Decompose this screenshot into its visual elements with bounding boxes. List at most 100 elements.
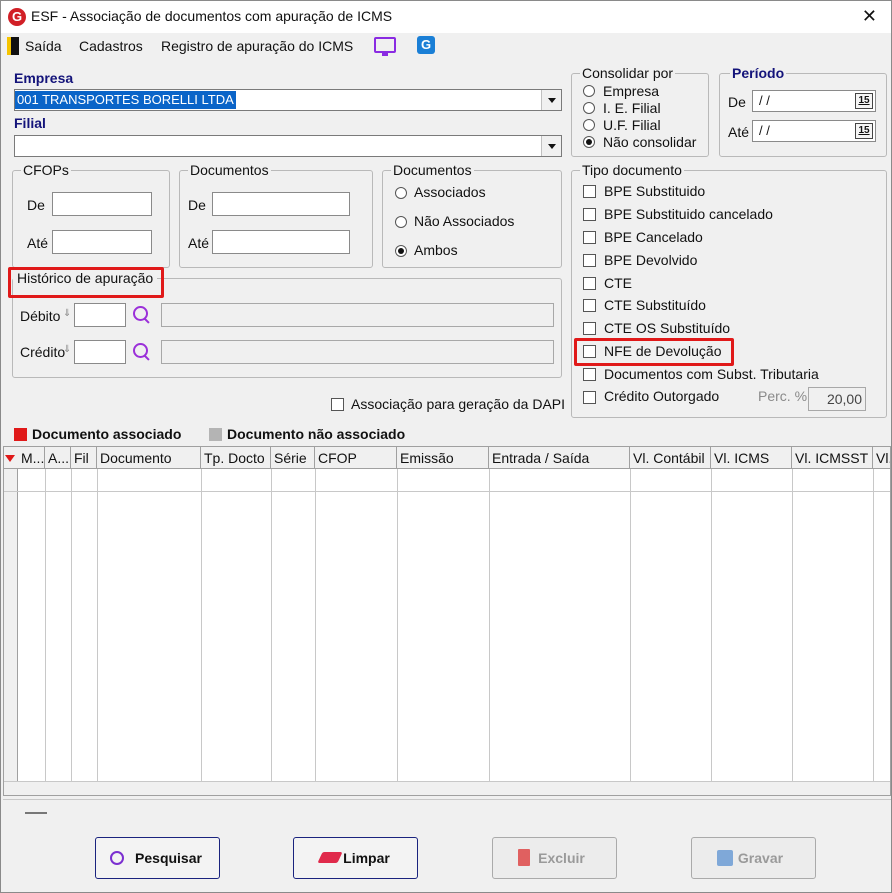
calendar-icon[interactable]: 15 — [855, 93, 873, 109]
documentos-nao-associados-label: Não Associados — [414, 213, 515, 229]
consolidar-nao-consolidar-radio[interactable] — [583, 136, 595, 148]
chevron-down-icon[interactable] — [541, 90, 561, 110]
grid-col-divider — [71, 469, 72, 781]
col-header-a[interactable]: A... — [45, 447, 71, 469]
horizontal-scrollbar[interactable] — [4, 781, 890, 795]
documentos-range-legend: Documentos — [190, 162, 269, 178]
tipo-documento-legend: Tipo documento — [582, 162, 682, 178]
exit-door-icon[interactable] — [7, 37, 19, 55]
gravar-button[interactable]: Gravar — [691, 837, 816, 879]
col-header-vl-contabil[interactable]: Vl. Contábil — [630, 447, 711, 469]
tipo-bpe-devolvido-checkbox[interactable] — [583, 254, 596, 267]
chevron-down-icon[interactable] — [541, 136, 561, 156]
search-icon[interactable] — [133, 306, 149, 322]
tipo-bpe-cancelado-checkbox[interactable] — [583, 231, 596, 244]
documentos-nao-associados-radio[interactable] — [395, 216, 407, 228]
filial-select[interactable] — [14, 135, 562, 157]
tipo-bpe-cancelado-label: BPE Cancelado — [604, 229, 703, 245]
row-indicator-column — [4, 469, 18, 781]
col-header-fil[interactable]: Fil — [71, 447, 97, 469]
col-header-cfop[interactable]: CFOP — [315, 447, 397, 469]
documentos-de-input[interactable] — [212, 192, 350, 216]
legend-associado-label: Documento associado — [32, 426, 182, 442]
col-header-serie[interactable]: Série — [271, 447, 315, 469]
historico-credito-code-input[interactable] — [74, 340, 126, 364]
cfops-de-input[interactable] — [52, 192, 152, 216]
consolidar-uf-filial-label: U.F. Filial — [603, 117, 661, 133]
col-header-vl[interactable]: Vl. — [873, 447, 890, 469]
col-header-vl-icmsst[interactable]: Vl. ICMSST — [792, 447, 873, 469]
tipo-cte-os-substituido-label: CTE OS Substituído — [604, 320, 731, 336]
consolidar-empresa-radio[interactable] — [583, 85, 595, 97]
arrow-down-icon: ⇓ — [63, 308, 72, 319]
historico-debito-code-input[interactable] — [74, 303, 126, 327]
col-header-tp-docto[interactable]: Tp. Docto — [201, 447, 271, 469]
legend-associado-swatch — [14, 428, 27, 441]
tipo-bpe-substituido-cancelado-checkbox[interactable] — [583, 208, 596, 221]
col-header-documento[interactable]: Documento — [97, 447, 201, 469]
main-window: G ESF - Associação de documentos com apu… — [0, 0, 892, 893]
eraser-icon — [317, 852, 343, 863]
historico-debito-desc-input — [161, 303, 554, 327]
grid-header: M... A... Fil Documento Tp. Docto Série … — [4, 447, 890, 469]
pesquisar-button[interactable]: Pesquisar — [95, 837, 220, 879]
grid-col-divider — [873, 469, 874, 781]
search-icon[interactable] — [133, 343, 149, 359]
col-header-emissao[interactable]: Emissão — [397, 447, 489, 469]
documentos-ate-input[interactable] — [212, 230, 350, 254]
dapi-checkbox[interactable] — [331, 398, 344, 411]
documentos-associados-radio[interactable] — [395, 187, 407, 199]
tipo-cte-os-substituido-checkbox[interactable] — [583, 322, 596, 335]
save-icon — [717, 850, 733, 866]
g-app-icon[interactable]: G — [417, 36, 435, 54]
dapi-label: Associação para geração da DAPI — [351, 396, 566, 412]
documentos-associados-label: Associados — [414, 184, 486, 200]
grid-col-divider — [489, 469, 490, 781]
search-icon — [110, 851, 124, 865]
menu-saida[interactable]: Saída — [25, 38, 62, 54]
sort-arrow-icon[interactable] — [5, 455, 15, 462]
historico-credito-desc-input — [161, 340, 554, 364]
tipo-cte-checkbox[interactable] — [583, 277, 596, 290]
tipo-bpe-substituido-cancelado-label: BPE Substituido cancelado — [604, 206, 773, 222]
empresa-label: Empresa — [14, 70, 74, 86]
limpar-button[interactable]: Limpar — [293, 837, 418, 879]
documentos-ambos-radio[interactable] — [395, 245, 407, 257]
app-logo-icon: G — [8, 8, 26, 26]
cfops-ate-input[interactable] — [52, 230, 152, 254]
filial-label: Filial — [14, 115, 46, 131]
excluir-button[interactable]: Excluir — [492, 837, 617, 879]
historico-credito-label: Crédito — [20, 344, 66, 360]
calendar-icon[interactable]: 15 — [855, 123, 873, 139]
col-header-vl-icms[interactable]: Vl. ICMS — [711, 447, 792, 469]
consolidar-uf-filial-radio[interactable] — [583, 119, 595, 131]
status-bar — [3, 799, 891, 823]
empresa-select[interactable]: 001 TRANSPORTES BORELLI LTDA — [14, 89, 562, 111]
historico-debito-label: Débito — [20, 308, 61, 324]
tipo-subst-tributaria-checkbox[interactable] — [583, 368, 596, 381]
documents-grid[interactable]: M... A... Fil Documento Tp. Docto Série … — [3, 446, 891, 796]
highlight-nfe-devolucao — [574, 338, 734, 366]
excluir-label: Excluir — [538, 850, 585, 866]
col-header-m[interactable]: M... — [18, 447, 45, 469]
tipo-bpe-devolvido-label: BPE Devolvido — [604, 252, 698, 268]
limpar-label: Limpar — [343, 850, 390, 866]
perc-label: Perc. % — [758, 388, 808, 404]
consolidar-nao-consolidar-label: Não consolidar — [603, 134, 697, 150]
col-header-entrada-saida[interactable]: Entrada / Saída — [489, 447, 630, 469]
monitor-icon[interactable] — [374, 37, 396, 56]
tipo-bpe-substituido-checkbox[interactable] — [583, 185, 596, 198]
gravar-label: Gravar — [737, 850, 784, 866]
documentos-assoc-legend: Documentos — [393, 162, 472, 178]
tipo-bpe-substituido-label: BPE Substituido — [604, 183, 706, 199]
tipo-credito-outorgado-checkbox[interactable] — [583, 391, 596, 404]
menu-cadastros[interactable]: Cadastros — [79, 38, 143, 54]
close-icon[interactable]: ✕ — [862, 6, 877, 27]
title-bar: G ESF - Associação de documentos com apu… — [1, 1, 891, 33]
periodo-ate-label: Até — [728, 124, 750, 140]
menu-registro-apuracao[interactable]: Registro de apuração do ICMS — [161, 38, 353, 54]
consolidar-ie-filial-radio[interactable] — [583, 102, 595, 114]
tipo-cte-substituido-checkbox[interactable] — [583, 299, 596, 312]
cfops-legend: CFOPs — [23, 162, 69, 178]
documentos-de-label: De — [188, 197, 206, 213]
